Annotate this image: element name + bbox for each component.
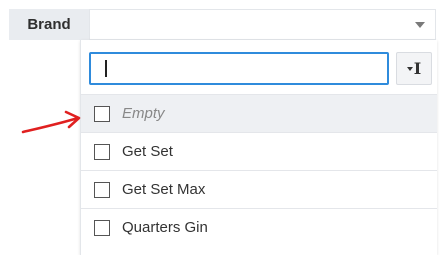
checkbox[interactable] — [94, 181, 110, 198]
search-input[interactable] — [89, 52, 389, 85]
chevron-down-icon[interactable] — [415, 22, 425, 28]
option-label: Get Set — [122, 143, 173, 160]
checkbox[interactable] — [94, 219, 110, 236]
brand-label: Brand — [9, 9, 89, 40]
checkbox[interactable] — [94, 143, 110, 160]
option-label: Empty — [122, 105, 165, 122]
checkbox[interactable] — [94, 105, 110, 122]
red-arrow-annotation — [21, 110, 81, 134]
option-label: Get Set Max — [122, 181, 206, 198]
option-get-set-max[interactable]: Get Set Max — [81, 170, 437, 208]
option-get-set[interactable]: Get Set — [81, 132, 437, 170]
brand-select[interactable] — [89, 9, 436, 40]
option-empty[interactable]: Empty — [81, 94, 437, 132]
option-quarters-gin[interactable]: Quarters Gin — [81, 208, 437, 246]
option-label: Quarters Gin — [122, 219, 208, 236]
caret-down-icon — [406, 67, 413, 71]
search-row: I — [81, 40, 437, 94]
text-cursor-icon: I — [413, 58, 422, 78]
brand-dropdown-panel: I Empty Get Set Get Set Max Quarters Gin — [80, 40, 437, 255]
text-mode-button[interactable]: I — [396, 52, 432, 85]
